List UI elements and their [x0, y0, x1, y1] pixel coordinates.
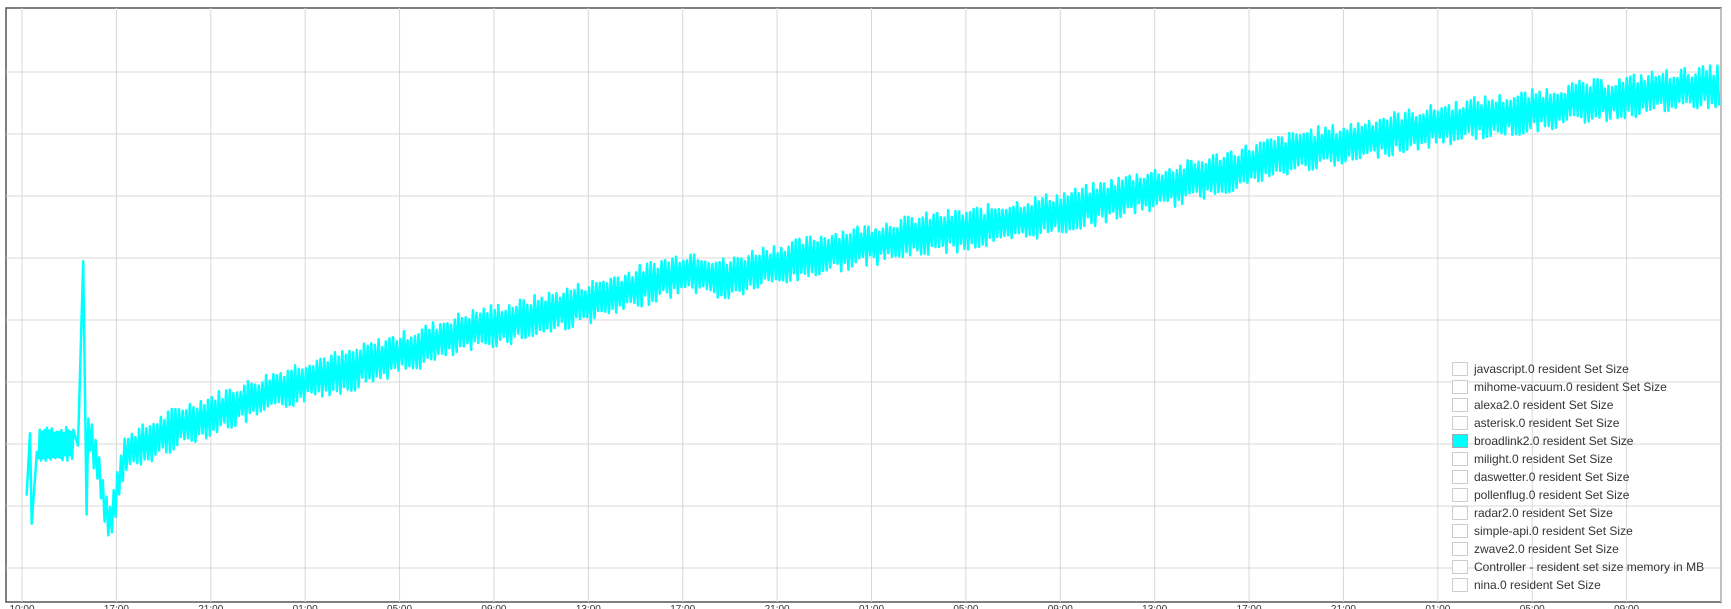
legend-swatch[interactable] — [1452, 452, 1468, 466]
legend-item-javascript[interactable]: javascript.0 resident Set Size — [1452, 360, 1722, 378]
legend-item-radar2[interactable]: radar2.0 resident Set Size — [1452, 504, 1722, 522]
legend-item-zwave2[interactable]: zwave2.0 resident Set Size — [1452, 540, 1722, 558]
legend-item-controller[interactable]: Controller - resident set size memory in… — [1452, 558, 1722, 576]
legend-swatch[interactable] — [1452, 506, 1468, 520]
legend-label: asterisk.0 resident Set Size — [1474, 416, 1620, 430]
legend-item-pollenflug[interactable]: pollenflug.0 resident Set Size — [1452, 486, 1722, 504]
x-tick-label: 21:00 — [765, 604, 790, 609]
legend-item-mihome-vacuum[interactable]: mihome-vacuum.0 resident Set Size — [1452, 378, 1722, 396]
legend-label: broadlink2.0 resident Set Size — [1474, 434, 1634, 448]
legend-swatch[interactable] — [1452, 380, 1468, 394]
legend-label: Controller - resident set size memory in… — [1474, 560, 1705, 574]
x-tick-label: 21:00 — [1331, 604, 1356, 609]
legend-swatch[interactable] — [1452, 470, 1468, 484]
x-tick-label: 09:00 — [481, 604, 506, 609]
x-tick-label: 01:00 — [859, 604, 884, 609]
legend-swatch[interactable] — [1452, 578, 1468, 592]
legend-label: mihome-vacuum.0 resident Set Size — [1474, 380, 1667, 394]
legend-swatch[interactable] — [1452, 560, 1468, 574]
x-tick-label: 13:00 — [1142, 604, 1167, 609]
x-tick-label: 17:00 — [104, 604, 129, 609]
x-tick-label: 05:00 — [1520, 604, 1545, 609]
x-tick-label: 01:00 — [1425, 604, 1450, 609]
x-tick-label: 21:00 — [198, 604, 223, 609]
legend-label: pollenflug.0 resident Set Size — [1474, 488, 1630, 502]
legend-item-broadlink2[interactable]: broadlink2.0 resident Set Size — [1452, 432, 1722, 450]
legend-item-simple-api[interactable]: simple-api.0 resident Set Size — [1452, 522, 1722, 540]
legend-label: nina.0 resident Set Size — [1474, 578, 1601, 592]
x-tick-labels: 10:00 17:00 21:00 01:00 05:00 09:00 13:00 17:00… — [9, 604, 1639, 609]
legend-item-alexa2[interactable]: alexa2.0 resident Set Size — [1452, 396, 1722, 414]
x-tick-label: 13:00 — [576, 604, 601, 609]
legend-swatch[interactable] — [1452, 542, 1468, 556]
legend-swatch[interactable] — [1452, 416, 1468, 430]
x-tick-label: 09:00 — [1614, 604, 1639, 609]
legend-swatch[interactable] — [1452, 398, 1468, 412]
legend-item-asterisk[interactable]: asterisk.0 resident Set Size — [1452, 414, 1722, 432]
legend-label: radar2.0 resident Set Size — [1474, 506, 1613, 520]
legend-label: alexa2.0 resident Set Size — [1474, 398, 1614, 412]
legend-item-nina[interactable]: nina.0 resident Set Size — [1452, 576, 1722, 594]
legend-swatch[interactable] — [1452, 434, 1468, 448]
x-tick-label: 17:00 — [670, 604, 695, 609]
x-tick-label: 17:00 — [1237, 604, 1262, 609]
legend-swatch[interactable] — [1452, 524, 1468, 538]
legend-label: daswetter.0 resident Set Size — [1474, 470, 1630, 484]
legend-label: simple-api.0 resident Set Size — [1474, 524, 1633, 538]
legend-label: javascript.0 resident Set Size — [1474, 362, 1629, 376]
legend-label: milight.0 resident Set Size — [1474, 452, 1613, 466]
legend-label: zwave2.0 resident Set Size — [1474, 542, 1619, 556]
x-tick-label: 01:00 — [293, 604, 318, 609]
legend-swatch[interactable] — [1452, 488, 1468, 502]
legend-swatch[interactable] — [1452, 362, 1468, 376]
legend-item-milight[interactable]: milight.0 resident Set Size — [1452, 450, 1722, 468]
x-tick-label: 05:00 — [953, 604, 978, 609]
x-tick-label: 05:00 — [387, 604, 412, 609]
x-tick-label: 09:00 — [1048, 604, 1073, 609]
legend: javascript.0 resident Set Size mihome-va… — [1452, 360, 1722, 594]
legend-item-daswetter[interactable]: daswetter.0 resident Set Size — [1452, 468, 1722, 486]
x-tick-label: 10:00 — [9, 604, 34, 609]
